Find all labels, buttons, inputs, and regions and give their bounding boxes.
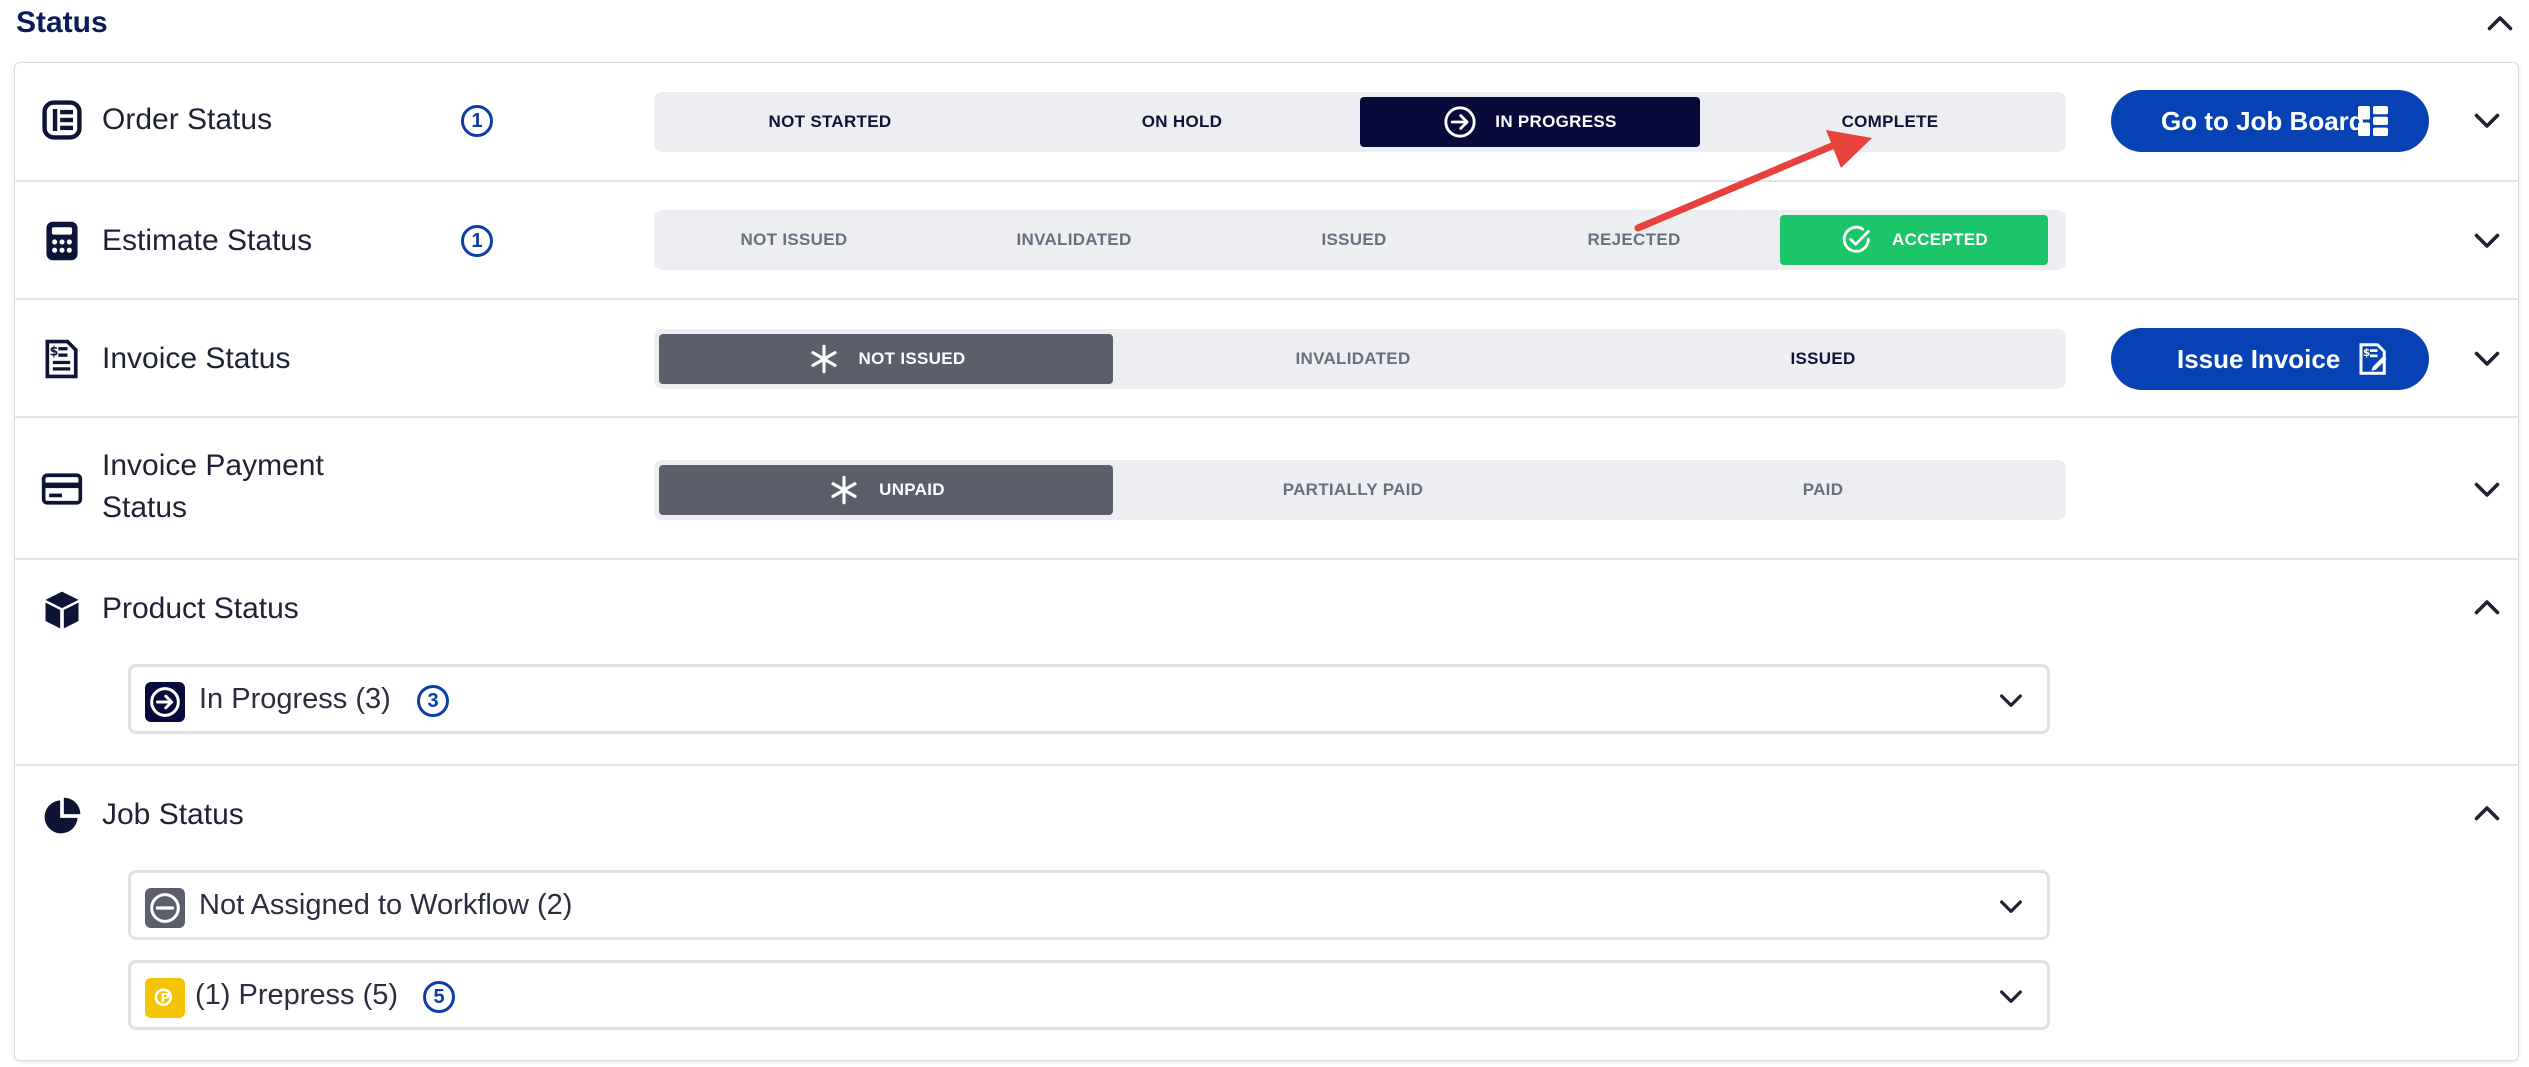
job-item-not-assigned-chevron-down-icon[interactable]: [1995, 890, 2027, 922]
cube-icon: [40, 588, 84, 632]
order-status-expand-chevron-down-icon[interactable]: [2469, 102, 2505, 138]
invoice-payment-status-row: Invoice Payment Status UNPAID PARTIALLY …: [14, 416, 2519, 558]
asterisk-icon: [807, 342, 841, 376]
order-status-stepper: NOT STARTED ON HOLD IN PROGRESS COMPLETE: [654, 92, 2066, 152]
invoice-status-title: Invoice Status: [102, 342, 291, 375]
estimate-status-row: Estimate Status 1 NOT ISSUED INVALIDATED…: [14, 180, 2519, 298]
go-to-job-board-button[interactable]: Go to Job Board: [2111, 90, 2429, 152]
calculator-icon: [40, 219, 84, 263]
payment-step-paid[interactable]: PAID: [1588, 460, 2058, 520]
order-status-row: Order Status 1 NOT STARTED ON HOLD IN PR…: [14, 62, 2519, 180]
order-list-icon: [40, 98, 84, 142]
job-item-not-assigned-label: Not Assigned to Workflow (2): [199, 889, 573, 921]
invoice-step-not-issued[interactable]: NOT ISSUED: [659, 334, 1113, 384]
product-item-label: In Progress (3): [199, 683, 391, 715]
grid-board-icon: [2355, 103, 2391, 139]
product-status-title: Product Status: [102, 592, 299, 625]
order-step-in-progress-label: IN PROGRESS: [1495, 112, 1617, 131]
order-step-on-hold[interactable]: ON HOLD: [1006, 92, 1358, 152]
estimate-status-title: Estimate Status: [102, 224, 313, 257]
payment-step-unpaid[interactable]: UNPAID: [659, 465, 1113, 515]
arrow-right-circle-icon: [145, 682, 185, 722]
issue-invoice-label: Issue Invoice: [2177, 343, 2341, 374]
estimate-step-issued[interactable]: ISSUED: [1214, 210, 1494, 270]
job-status-row: Job Status Not Assigned to Workflow (2) …: [14, 764, 2519, 1060]
job-item-prepress-count-badge: 5: [423, 981, 455, 1013]
product-item-count-badge: 3: [417, 685, 449, 717]
invoice-status-stepper: NOT ISSUED INVALIDATED ISSUED: [654, 329, 2066, 389]
invoice-payment-status-title-line1: Invoice Payment: [102, 449, 324, 482]
issue-invoice-button[interactable]: Issue Invoice $: [2111, 328, 2429, 390]
section-title: Status: [16, 6, 108, 39]
estimate-step-accepted[interactable]: ACCEPTED: [1780, 215, 2048, 265]
job-status-item-prepress[interactable]: P (1) Prepress (5) 5: [128, 960, 2050, 1030]
invoice-payment-status-title-line2: Status: [102, 491, 188, 524]
invoice-issue-icon: $: [2355, 341, 2391, 377]
check-circle-icon: [1840, 223, 1874, 257]
invoice-payment-status-stepper: UNPAID PARTIALLY PAID PAID: [654, 460, 2066, 520]
estimate-step-invalidated[interactable]: INVALIDATED: [934, 210, 1214, 270]
invoice-step-invalidated[interactable]: INVALIDATED: [1118, 329, 1588, 389]
asterisk-icon: [827, 473, 861, 507]
svg-text:$: $: [2363, 347, 2370, 359]
invoice-status-expand-chevron-down-icon[interactable]: [2469, 340, 2505, 376]
arrow-right-circle-icon: [1443, 105, 1477, 139]
payment-step-unpaid-label: UNPAID: [879, 480, 945, 499]
invoice-status-row: $ Invoice Status NOT ISSUED INVALIDATED …: [14, 298, 2519, 416]
invoice-payment-status-expand-chevron-down-icon[interactable]: [2469, 471, 2505, 507]
minus-circle-icon: [145, 888, 185, 928]
estimate-status-expand-chevron-down-icon[interactable]: [2469, 222, 2505, 258]
product-item-expand-chevron-down-icon[interactable]: [1995, 684, 2027, 716]
order-status-title: Order Status: [102, 103, 273, 136]
product-status-collapse-chevron-up-icon[interactable]: [2469, 590, 2505, 626]
invoice-step-issued[interactable]: ISSUED: [1588, 329, 2058, 389]
pie-chart-icon: [40, 794, 84, 838]
estimate-status-stepper: NOT ISSUED INVALIDATED ISSUED REJECTED A…: [654, 210, 2066, 270]
estimate-step-not-issued[interactable]: NOT ISSUED: [654, 210, 934, 270]
job-item-prepress-chevron-down-icon[interactable]: [1995, 980, 2027, 1012]
order-step-in-progress[interactable]: IN PROGRESS: [1360, 97, 1700, 147]
order-step-not-started[interactable]: NOT STARTED: [654, 92, 1006, 152]
credit-card-icon: [40, 467, 84, 511]
svg-text:$: $: [50, 344, 59, 359]
order-status-count-badge: 1: [461, 105, 493, 137]
product-status-row: Product Status In Progress (3) 3: [14, 558, 2519, 764]
job-status-item-not-assigned[interactable]: Not Assigned to Workflow (2): [128, 870, 2050, 940]
svg-text:P: P: [161, 990, 170, 1005]
estimate-step-rejected[interactable]: REJECTED: [1494, 210, 1774, 270]
collapse-section-chevron-up-icon[interactable]: [2482, 6, 2518, 42]
job-item-prepress-label: (1) Prepress (5): [195, 979, 399, 1011]
go-to-job-board-label: Go to Job Board: [2161, 105, 2365, 136]
estimate-status-count-badge: 1: [461, 225, 493, 257]
status-section-header[interactable]: Status: [0, 0, 2529, 52]
order-step-complete[interactable]: COMPLETE: [1714, 92, 2066, 152]
invoice-step-not-issued-label: NOT ISSUED: [858, 349, 966, 368]
product-status-item-in-progress[interactable]: In Progress (3) 3: [128, 664, 2050, 734]
prepress-icon: P: [145, 978, 185, 1018]
job-status-title: Job Status: [102, 798, 244, 831]
estimate-step-accepted-label: ACCEPTED: [1892, 230, 1988, 249]
invoice-receipt-icon: $: [40, 337, 84, 381]
payment-step-partially-paid[interactable]: PARTIALLY PAID: [1118, 460, 1588, 520]
job-status-collapse-chevron-up-icon[interactable]: [2469, 796, 2505, 832]
